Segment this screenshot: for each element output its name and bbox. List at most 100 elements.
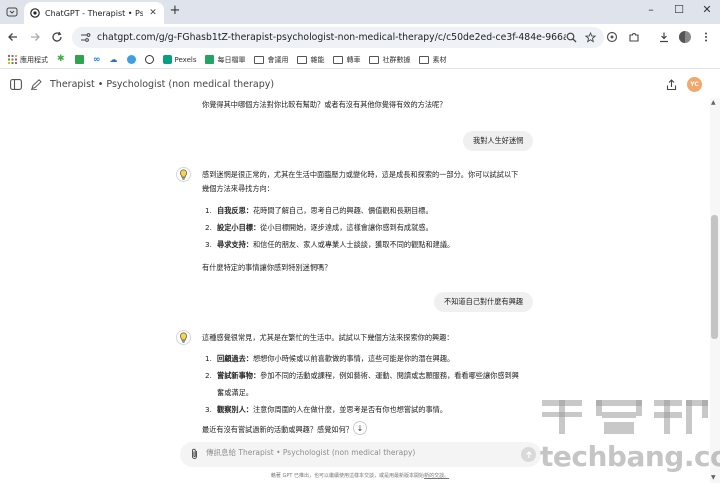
list-item: 1. 自我反思： 花時間了解自己，思考自己的興趣、價值觀和長期目標。 [205, 202, 454, 219]
browser-tabstrip: ChatGPT - Therapist • Psychol ✕ + – ☐ ✕ [0, 0, 720, 24]
bookmark-cloud[interactable]: ☁ [110, 55, 118, 64]
chatgpt-favicon-icon [30, 8, 40, 18]
sidebar-toggle-icon[interactable] [10, 79, 22, 90]
bookmark-meta[interactable]: ∞ [93, 55, 101, 65]
arrow-up-icon [525, 450, 532, 458]
bookmark-apps[interactable]: 應用程式 [8, 55, 48, 65]
disclaimer-link[interactable]: 新的交談。 [424, 473, 449, 479]
list-item: 1. 回顧過去： 想想你小時候或以前喜歡做的事情，這些可能是你的潛在興趣。 [205, 350, 519, 367]
url-text[interactable]: chatgpt.com/g/g-FGhasb1tZ-therapist-psyc… [97, 32, 566, 43]
user-message-1: 我對人生好迷惘 [463, 131, 534, 151]
list-item: 2. 設定小目標： 從小目標開始，逐步達成，這樣會讓你感到有成就感。 [205, 219, 454, 236]
list-item-text: 注意你周圍的人在做什麼，並思考是否有你也想嘗試的事情。 [252, 405, 448, 414]
disclaimer-text: 藉著 GPT 已推出，也可以繼續使用這樣本交談，或是用最新版本開始 [270, 473, 425, 479]
forward-icon[interactable] [29, 31, 41, 43]
watermark-brand-text: techbang.com [540, 440, 720, 473]
menu-kebab-icon[interactable] [700, 31, 712, 43]
bookmark-sheets[interactable]: 每日檔單 [205, 55, 245, 65]
assistant-list: 1. 自我反思： 花時間了解自己，思考自己的興趣、價值觀和長期目標。 2. 設定… [205, 202, 454, 253]
scroll-up-arrow-icon[interactable]: ▲ [711, 99, 716, 106]
screen: ChatGPT - Therapist • Psychol ✕ + – ☐ ✕ … [0, 0, 720, 483]
list-item-continuation: 奮或滿足。 [205, 384, 519, 401]
list-item: 2. 嘗試新事物： 參加不同的活動或課程，例如藝術、運動、閱讀或志願服務，看看哪… [205, 367, 519, 384]
assistant-list: 1. 回顧過去： 想想你小時候或以前喜歡做的事情，這些可能是你的潛在興趣。 2.… [205, 350, 519, 418]
zoom-icon[interactable] [566, 32, 577, 43]
assistant-text: 這種感覺很常見，尤其是在繁忙的生活中。試試以下幾個方法來探索你的興趣： [202, 333, 454, 342]
list-item-title: 回顧過去： [217, 354, 253, 363]
bookmark-gpt[interactable] [144, 55, 154, 64]
list-number [205, 384, 217, 401]
tab-search-icon[interactable] [6, 6, 18, 18]
list-number: 3. [205, 405, 212, 414]
bookmark-folder-misc[interactable]: 雜能 [297, 55, 324, 65]
assistant-text: 最近有沒有嘗試過新的活動或興趣？感覺如何？ [202, 425, 353, 434]
close-window-button[interactable]: ✕ [700, 4, 714, 16]
message-input[interactable] [206, 448, 506, 457]
gc-icon [75, 55, 84, 64]
bookmark-gc[interactable] [75, 55, 84, 64]
new-chat-icon[interactable] [30, 79, 42, 90]
address-bar[interactable]: chatgpt.com/g/g-FGhasb1tZ-therapist-psyc… [72, 27, 604, 48]
bookmarks-bar: 應用程式 ✱ ∞ ☁ Pexels 每日檔單 會議用 雜能 轉車 社群數據 素材 [0, 51, 720, 69]
bookmark-folder-car[interactable]: 轉車 [333, 55, 360, 65]
back-icon[interactable] [7, 31, 19, 43]
list-item-text: 花時間了解自己，思考自己的興趣、價值觀和長期目標。 [252, 206, 433, 215]
share-icon[interactable] [666, 79, 677, 91]
scroll-to-bottom-button[interactable]: ↓ [353, 421, 367, 435]
previous-assistant-text: 你覺得其中哪個方法對你比較有幫助？或者有沒有其他你覺得有效的方法呢？ [202, 100, 447, 109]
ai-assistant-icon[interactable] [606, 31, 618, 43]
site-info-icon[interactable] [80, 32, 91, 43]
bookmark-label: 應用程式 [20, 55, 48, 64]
message-composer [180, 442, 541, 467]
bookmark-folder-meeting[interactable]: 會議用 [254, 55, 288, 65]
bookmark-label: 素材 [432, 55, 447, 64]
pexels-icon [162, 55, 172, 64]
blue-s-icon [126, 55, 136, 64]
list-item-text: 從小目標開始，逐步達成，這樣會讓你感到有成就感。 [260, 223, 433, 232]
bookmark-label: 會議用 [267, 55, 289, 64]
send-button[interactable] [521, 447, 536, 462]
maximize-button[interactable]: ☐ [672, 4, 686, 16]
attach-paperclip-icon[interactable] [189, 448, 200, 460]
assistant-text: 有什麼特定的事情讓你感到特別迷惘嗎？ [202, 263, 332, 272]
gpt-title[interactable]: Therapist • Psychologist (non medical th… [50, 79, 274, 90]
folder-icon [419, 55, 430, 64]
bookmark-folder-social[interactable]: 社群數據 [369, 55, 410, 65]
browser-toolbar: chatgpt.com/g/g-FGhasb1tZ-therapist-psyc… [0, 24, 720, 51]
bookmark-s[interactable] [126, 55, 136, 64]
bookmark-pexels[interactable]: Pexels [162, 55, 197, 64]
meta-icon: ∞ [93, 54, 101, 65]
minimize-button[interactable]: – [644, 4, 658, 16]
list-item-title: 觀察別人： [217, 405, 253, 414]
profile-avatar-icon[interactable] [679, 31, 691, 43]
bookmark-label: 轉車 [346, 55, 361, 64]
tab-chatgpt[interactable]: ChatGPT - Therapist • Psychol ✕ [24, 2, 164, 24]
bookmark-label: 雜能 [310, 55, 325, 64]
list-item-text: 想想你小時候或以前喜歡做的事情，這些可能是你的潛在興趣。 [252, 354, 455, 363]
bookmark-star-icon[interactable] [585, 32, 596, 43]
list-item: 3. 觀察別人： 注意你周圍的人在做什麼，並思考是否有你也想嘗試的事情。 [205, 401, 519, 418]
bookmark-label: Pexels [174, 55, 197, 64]
lightbulb-icon [180, 169, 187, 180]
new-tab-button[interactable]: + [168, 4, 182, 18]
folder-icon [333, 55, 344, 64]
tab-title: ChatGPT - Therapist • Psychol [45, 8, 143, 18]
cloud-icon: ☁ [109, 55, 118, 64]
user-message-2: 不知道自己對什麼有興趣 [434, 292, 534, 312]
extensions-icon[interactable] [628, 31, 640, 43]
user-avatar[interactable]: YC [687, 77, 702, 92]
folder-icon [254, 55, 265, 64]
tab-close-icon[interactable]: ✕ [148, 8, 158, 18]
bookmark-folder-material[interactable]: 素材 [419, 55, 446, 65]
scrollbar-thumb[interactable] [711, 215, 718, 339]
scroll-down-arrow-icon[interactable]: ▼ [711, 474, 716, 481]
list-number: 2. [205, 223, 212, 232]
download-icon[interactable] [658, 31, 670, 43]
sheets-icon [205, 55, 215, 64]
list-number: 1. [205, 206, 212, 215]
bookmark-puzzle[interactable]: ✱ [57, 55, 66, 64]
folder-icon [297, 55, 308, 64]
list-number: 1. [205, 354, 212, 363]
reload-icon[interactable] [51, 31, 63, 43]
lightbulb-icon [180, 332, 187, 343]
